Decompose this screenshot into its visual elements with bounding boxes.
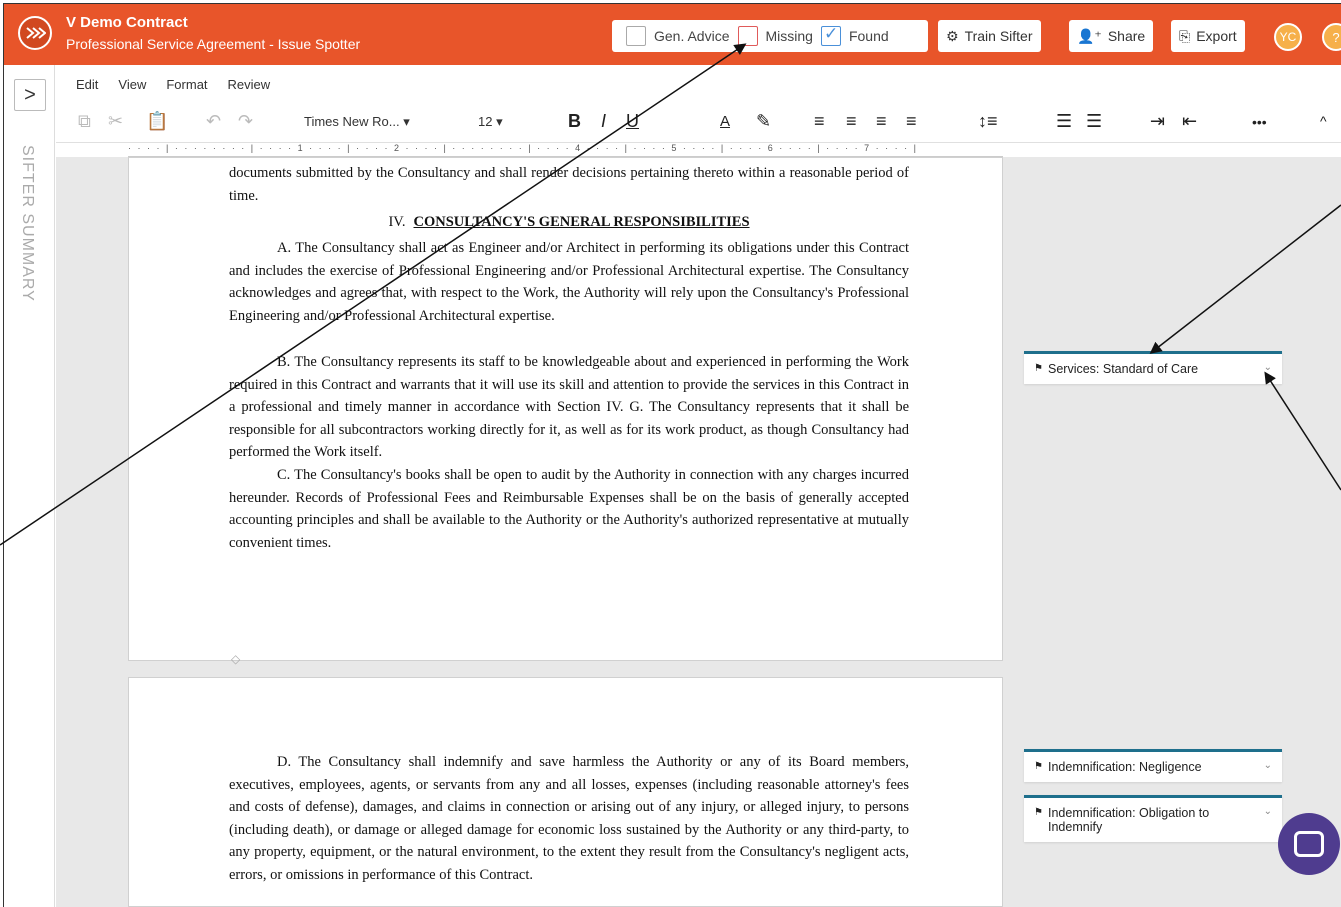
issue-card-standard-of-care[interactable]: ⚑ Services: Standard of Care ⌄ [1024, 351, 1282, 384]
menu-format[interactable]: Format [166, 77, 207, 92]
paragraph-c: C. The Consultancy's books shall be open… [229, 467, 909, 551]
collapse-toolbar-icon[interactable]: ^ [1320, 113, 1327, 129]
align-justify-icon[interactable]: ≡ [906, 111, 917, 132]
paragraph-a: A. The Consultancy shall act as Engineer… [229, 240, 909, 324]
document-page[interactable]: documents submitted by the Consultancy a… [128, 157, 1003, 666]
bold-button[interactable]: B [568, 111, 581, 132]
flag-icon: ⚑ [1034, 363, 1043, 374]
flag-icon: ⚑ [1034, 761, 1043, 772]
undo-icon[interactable]: ↶ [206, 111, 221, 132]
redo-icon[interactable]: ↷ [238, 111, 253, 132]
font-size-select[interactable]: 12 ▾ [478, 114, 503, 130]
issue-card-obligation[interactable]: ⚑ Indemnification: Obligation to Indemni… [1024, 795, 1282, 842]
issue-card-label: Indemnification: Negligence [1048, 760, 1202, 774]
menu-review[interactable]: Review [228, 77, 271, 92]
highlight-icon[interactable]: ✎ [756, 111, 771, 132]
copy-icon[interactable]: ⧉ [78, 111, 91, 132]
share-label: Share [1107, 28, 1146, 44]
missing-checkbox[interactable] [737, 26, 758, 46]
add-user-icon: 👤⁺ [1077, 27, 1102, 44]
section-title: CONSULTANCY'S GENERAL RESPONSIBILITIES [413, 214, 750, 230]
section-heading: IV. CONSULTANCY'S GENERAL RESPONSIBILITIE… [229, 211, 909, 234]
expand-sidebar-button[interactable]: > [14, 79, 46, 111]
chevron-down-icon[interactable]: ⌄ [1264, 760, 1272, 771]
chat-icon [1294, 831, 1324, 857]
issue-filter-group: Gen. Advice Missing Found [612, 20, 928, 52]
document-subtitle: Professional Service Agreement - Issue S… [66, 36, 361, 52]
train-sifter-label: Train Sifter [964, 28, 1033, 44]
line-spacing-icon[interactable]: ↕≡ [978, 111, 998, 132]
numbered-list-icon[interactable]: ☰ [1086, 111, 1102, 132]
share-button[interactable]: 👤⁺ Share [1069, 20, 1154, 52]
missing-label: Missing [765, 28, 813, 44]
indent-icon[interactable]: ⇥ [1150, 111, 1165, 132]
align-center-icon[interactable]: ≡ [846, 111, 857, 132]
app-logo-icon[interactable] [18, 16, 52, 50]
ruler[interactable]: · · · · | · · · · · · · · | · · · · 1 · … [128, 143, 1003, 157]
issue-card-label: Services: Standard of Care [1048, 362, 1199, 376]
bullet-list-icon[interactable]: ☰ [1056, 111, 1072, 132]
paragraph-b: B. The Consultancy represents its staff … [229, 354, 909, 460]
help-button[interactable]: ? [1322, 23, 1341, 51]
chat-launcher-button[interactable] [1278, 813, 1340, 875]
found-label: Found [848, 28, 889, 44]
chevron-down-icon[interactable]: ⌄ [1264, 362, 1272, 373]
sifter-summary-label[interactable]: SIFTER SUMMARY [18, 145, 36, 302]
font-family-select[interactable]: Times New Ro... ▾ [304, 114, 410, 130]
paste-icon[interactable]: 📋 [146, 111, 168, 132]
underline-button[interactable]: U [626, 111, 639, 132]
document-page[interactable]: D. The Consultancy shall indemnify and s… [128, 677, 1003, 907]
italic-button[interactable]: I [601, 111, 606, 132]
document-title: V Demo Contract [66, 14, 188, 31]
section-number: IV. [388, 214, 406, 230]
menu-bar: Edit View Format Review [56, 65, 1341, 103]
align-left-icon[interactable]: ≡ [814, 111, 825, 132]
user-avatar[interactable]: YC [1274, 23, 1302, 51]
font-color-button[interactable]: A [720, 113, 730, 130]
align-right-icon[interactable]: ≡ [876, 111, 887, 132]
sifter-summary-rail: > SIFTER SUMMARY [3, 65, 55, 907]
paragraph: documents submitted by the Consultancy a… [229, 165, 909, 204]
app-header: V Demo Contract Professional Service Agr… [3, 3, 1341, 65]
train-sifter-button[interactable]: ⚙ Train Sifter [938, 20, 1041, 52]
chevron-down-icon[interactable]: ⌄ [1264, 806, 1272, 817]
menu-view[interactable]: View [118, 77, 146, 92]
editor-toolbar: ⧉ ✂ 📋 ↶ ↷ Times New Ro... ▾ 12 ▾ B I U A… [56, 103, 1341, 143]
outdent-icon[interactable]: ⇤ [1182, 111, 1197, 132]
export-button[interactable]: ⎘ Export [1171, 20, 1245, 52]
gen-advice-checkbox[interactable] [626, 26, 646, 46]
issue-card-label: Indemnification: Obligation to Indemnify [1048, 806, 1210, 834]
page-anchor-icon[interactable]: ◇ [231, 648, 240, 671]
cut-icon[interactable]: ✂ [108, 111, 123, 132]
more-options-button[interactable]: ••• [1252, 114, 1267, 130]
issue-card-negligence[interactable]: ⚑ Indemnification: Negligence ⌄ [1024, 749, 1282, 782]
export-label: Export [1196, 28, 1237, 44]
gen-advice-label: Gen. Advice [654, 28, 730, 44]
export-icon: ⎘ [1179, 27, 1191, 44]
paragraph-d: D. The Consultancy shall indemnify and s… [229, 754, 909, 883]
found-checkbox[interactable] [820, 24, 841, 46]
brain-icon: ⚙ [946, 27, 959, 44]
document-canvas: documents submitted by the Consultancy a… [56, 157, 1341, 907]
menu-edit[interactable]: Edit [76, 77, 98, 92]
flag-icon: ⚑ [1034, 807, 1043, 818]
